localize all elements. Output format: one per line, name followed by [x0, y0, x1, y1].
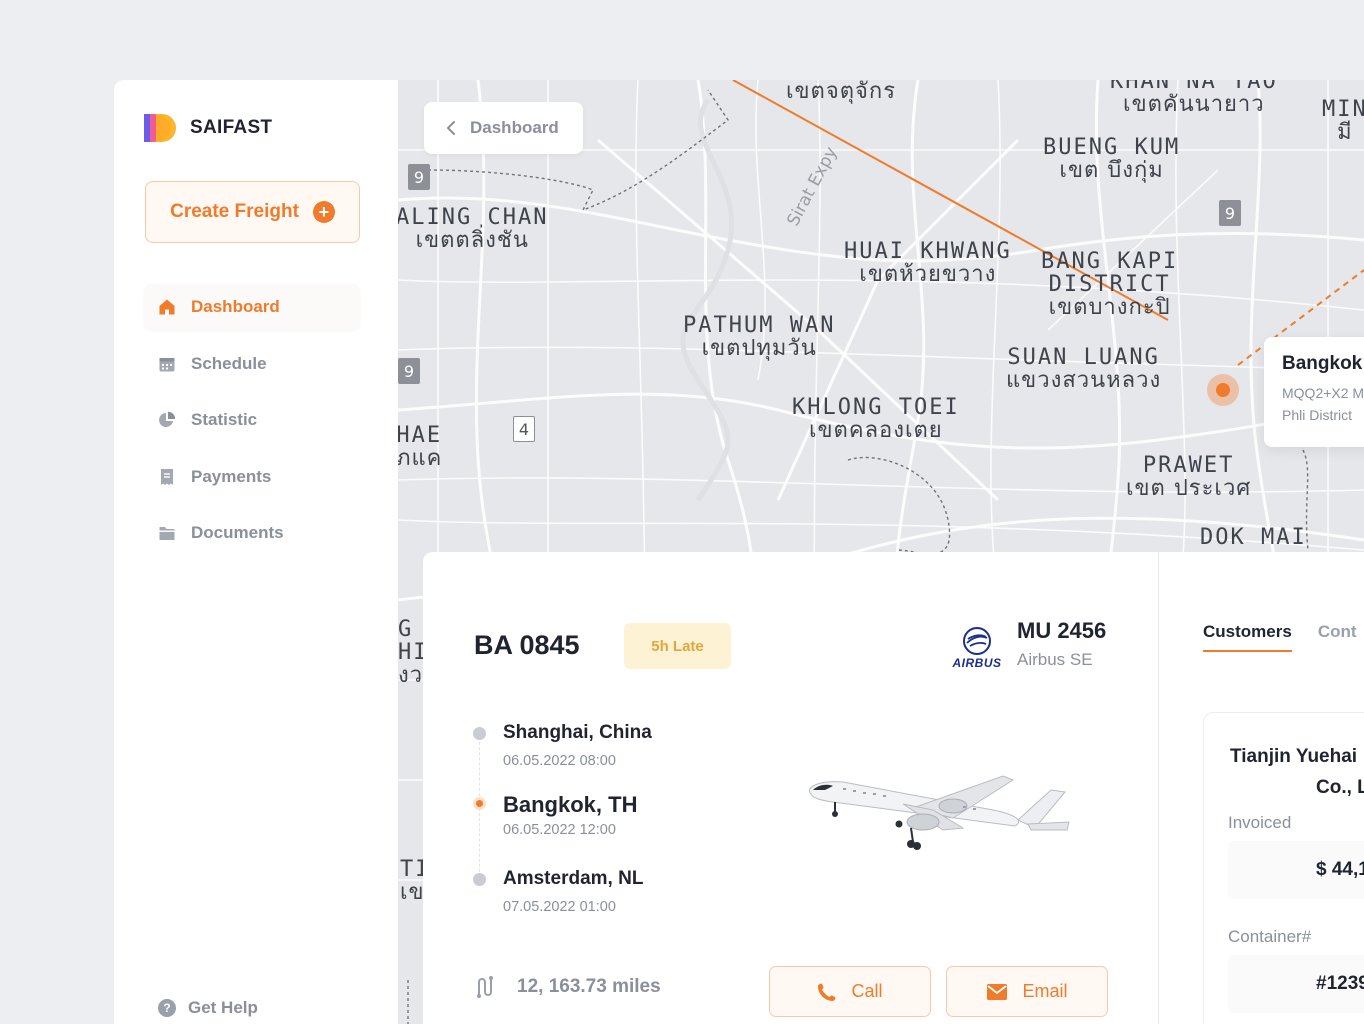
map-label-suan-luang: SUAN LUANG แขวงสวนหลวง: [1006, 345, 1162, 394]
sidebar-item-label: Schedule: [191, 353, 267, 373]
map-label-bueng-kum: BUENG KUM เขต บึงกุ่ม: [1043, 135, 1181, 184]
distance-value: 12, 163.73 miles: [517, 976, 661, 997]
map-label-phasi: HAE ภแค: [398, 423, 443, 472]
sidebar-item-label: Documents: [191, 523, 284, 542]
stop-city: Amsterdam, NL: [503, 868, 644, 889]
call-button[interactable]: Call: [769, 966, 931, 1017]
stop-time: 06.05.2022 12:00: [503, 822, 616, 838]
map-label-chatuchak: เขตจตุจักร: [786, 80, 897, 104]
mail-icon: [987, 983, 1008, 1000]
airline-code: MU 2456: [1017, 618, 1107, 643]
airline-name: Airbus SE: [1017, 650, 1093, 669]
brand[interactable]: SAIFAST: [144, 114, 272, 142]
map-label-prawet: PRAWET เขต ประเวศ: [1126, 453, 1252, 502]
status-badge: 5h Late: [624, 623, 731, 669]
tab-contacts[interactable]: Cont: [1318, 622, 1357, 652]
map-label-dok-mai: DOK MAI: [1200, 525, 1307, 550]
route-stop-origin: Shanghai, China 06.05.2022 08:00: [473, 722, 652, 792]
back-to-dashboard-button[interactable]: Dashboard: [424, 102, 583, 154]
airline-info: AIRBUS MU 2456 Airbus SE: [949, 618, 1106, 670]
airbus-logo-icon: AIRBUS: [949, 618, 1005, 670]
calendar-icon: [157, 354, 177, 374]
stop-city: Shanghai, China: [503, 722, 652, 743]
location-pin-icon[interactable]: [1207, 374, 1239, 406]
flight-number: BA 0845: [474, 630, 580, 660]
help-icon: ?: [158, 999, 176, 1017]
distance-info: 12, 163.73 miles: [475, 976, 661, 998]
route-icon: [477, 976, 493, 998]
stop-time: 07.05.2022 01:00: [503, 899, 616, 915]
stop-dot-icon: [473, 727, 486, 740]
sidebar-item-label: Statistic: [191, 410, 258, 429]
email-button[interactable]: Email: [946, 966, 1108, 1017]
airplane-image: [809, 775, 1070, 850]
sidebar-item-statistic[interactable]: Statistic: [144, 397, 360, 443]
sidebar-item-documents[interactable]: Documents: [144, 510, 360, 556]
email-label: Email: [1022, 981, 1068, 1001]
container-label: Container#: [1228, 927, 1312, 946]
brand-name: SAIFAST: [190, 117, 273, 138]
home-icon: [157, 297, 177, 317]
sidebar-item-schedule[interactable]: Schedule: [144, 341, 360, 387]
road-shield-icon: 9: [398, 358, 420, 384]
road-shield-icon: 9: [408, 164, 430, 190]
stop-city: Bangkok, TH: [503, 792, 638, 817]
invoiced-label: Invoiced: [1228, 813, 1292, 832]
road-shield-icon: 9: [1219, 200, 1241, 226]
stop-time: 06.05.2022 08:00: [503, 753, 616, 769]
stop-dot-icon: [473, 797, 486, 810]
plus-icon: +: [312, 201, 335, 223]
create-freight-button[interactable]: Create Freight +: [145, 181, 360, 243]
receipt-icon: [157, 467, 177, 487]
create-freight-label: Create Freight: [170, 201, 299, 222]
road-shield-icon: 4: [513, 416, 535, 442]
popup-title: Bangkok: [1282, 353, 1363, 374]
map-label-khan-na-yao: KHAN NA YAO เขตคันนายาว: [1110, 80, 1278, 118]
map-label-bang-kapi: BANG KAPI DISTRICT เขตบางกะปิ: [1041, 249, 1179, 321]
route-timeline: Shanghai, China 06.05.2022 08:00 Bangkok…: [473, 722, 652, 938]
flight-card: BA 0845 5h Late AIRBUS MU 2456 Airbus SE…: [423, 552, 1158, 1024]
map-label-min: MIN มี: [1322, 97, 1364, 146]
chevron-left-icon: [447, 121, 455, 135]
map-label-huai-khwang: HUAI KHWANG เขตห้วยขวาง: [844, 239, 1012, 288]
brand-logo-icon: [144, 114, 180, 142]
phone-icon: [818, 983, 836, 1001]
location-popup[interactable]: Bangkok MQQ2+X2 M Phli District: [1264, 337, 1364, 447]
map-label-pathum-wan: PATHUM WAN เขตปทุมวัน: [683, 313, 836, 362]
stop-dot-icon: [473, 873, 486, 886]
customer-name: Tianjin Yuehai Co., L: [1230, 746, 1364, 798]
get-help-link[interactable]: ? Get Help: [158, 998, 258, 1018]
sidebar-item-dashboard[interactable]: Dashboard: [144, 284, 360, 330]
popup-address: MQQ2+X2 M: [1282, 385, 1364, 401]
panel-tabs: Customers Cont: [1203, 622, 1357, 652]
map-label-taling-chan: ALING CHAN เขตตลิ่งชัน: [398, 205, 549, 254]
route-stop-current: Bangkok, TH 06.05.2022 12:00: [473, 792, 652, 868]
sidebar-nav: Dashboard Schedule Statistic Payments Do…: [144, 284, 360, 567]
map-label-khlong-toei: KHLONG TOEI เขตคลองเตย: [792, 395, 960, 444]
folder-icon: [157, 523, 177, 543]
popup-district: Phli District: [1282, 407, 1353, 423]
sidebar: SAIFAST Create Freight + Dashboard Sched…: [114, 80, 398, 1024]
tab-customers[interactable]: Customers: [1203, 622, 1292, 652]
container-value: #1239: [1228, 955, 1364, 1013]
route-stop-destination: Amsterdam, NL 07.05.2022 01:00: [473, 868, 652, 938]
sidebar-item-label: Dashboard: [191, 297, 280, 316]
sidebar-item-payments[interactable]: Payments: [144, 454, 360, 500]
get-help-label: Get Help: [188, 998, 258, 1017]
pie-chart-icon: [157, 410, 177, 430]
sidebar-item-label: Payments: [191, 466, 272, 486]
customers-panel: Customers Cont Tianjin Yuehai Co., L Inv…: [1159, 552, 1364, 1024]
call-label: Call: [851, 981, 883, 1001]
invoiced-value: $ 44,1: [1228, 841, 1364, 899]
back-label: Dashboard: [470, 118, 559, 137]
customer-card[interactable]: Tianjin Yuehai Co., L Invoiced $ 44,1 Co…: [1203, 712, 1364, 1024]
